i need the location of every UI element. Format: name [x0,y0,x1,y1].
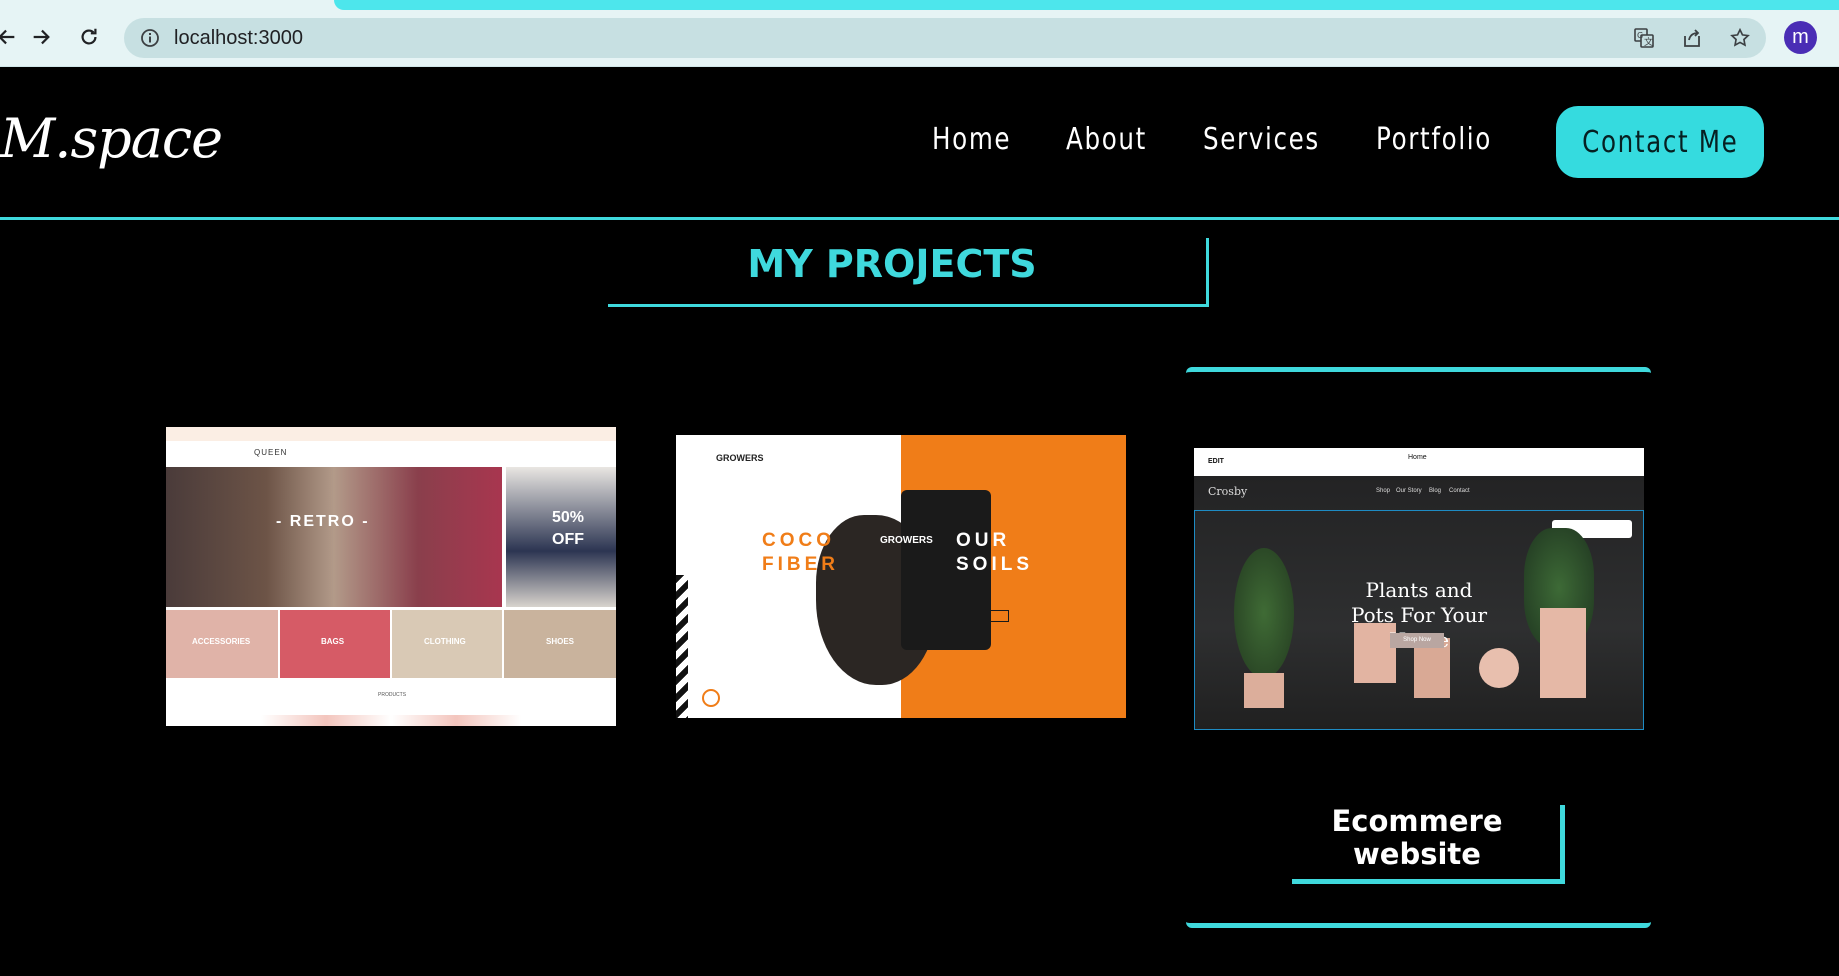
info-icon[interactable] [140,28,160,48]
forward-arrow-icon[interactable] [26,22,56,52]
nav-services[interactable]: Services [1203,122,1320,157]
site-logo[interactable]: M.space [0,107,223,170]
thumb-hero-image [166,467,502,607]
thumb-right-text: OUR SOILS [956,530,1034,575]
thumb-link: Blog [1429,488,1442,494]
thumb-hero-text: - RETRO - [276,513,370,530]
thumb-link: Contact [1449,488,1470,494]
thumb-plant [1234,548,1294,678]
thumb-products-strip [261,715,521,726]
thumb-sale-text: 50% OFF [551,509,585,548]
thumb-link: Shop [1376,488,1391,494]
thumb-tile-text: CLOTHING [424,637,466,646]
project-thumbnail-queen[interactable]: QUEEN - RETRO - 50% OFF ACCESSORIES BAGS… [166,427,616,726]
thumb-stripes [676,575,688,718]
thumb-section-label: PRODUCTS [378,692,407,698]
thumb-brand: Crosby [1208,485,1248,498]
translate-icon[interactable]: 文G [1632,26,1656,50]
thumb-badge [702,689,720,707]
section-title: MY PROJECTS [747,242,1037,286]
thumb-tile-text: BAGS [321,637,345,646]
thumb-pot [1540,608,1586,698]
thumb-page-label: Home [1408,454,1427,461]
thumb-tile-text: SHOES [546,637,575,646]
thumb-tile-text: ACCESSORIES [192,637,251,646]
thumb-shop-button: Shop Now [1390,633,1444,648]
thumb-edit-label: EDIT [1208,458,1224,465]
contact-button[interactable]: Contact Me [1556,106,1764,178]
project-label: Ecommere website [1331,804,1503,871]
reload-icon[interactable] [74,22,104,52]
project-thumbnail-crosby[interactable]: EDIT Home Crosby Shop Our Story Blog Con… [1194,448,1644,730]
svg-text:G: G [1637,31,1643,40]
thumb-button [962,610,1009,622]
thumb-brand: GROWERS [716,453,764,463]
thumb-pot [1479,648,1519,688]
thumb-link: Our Story [1396,488,1422,494]
svg-text:文: 文 [1644,36,1653,48]
thumb-editor-bar [1194,448,1644,476]
project-label-frame: Ecommere website [1292,805,1565,884]
project-thumbnail-growers[interactable]: GROWERS GROWERS COCO FIBER OUR SOILS [676,435,1126,718]
back-arrow-icon[interactable] [0,22,22,52]
logo-text: M.space [0,107,223,170]
thumb-topbar [166,427,616,441]
share-icon[interactable] [1680,26,1704,50]
nav-home[interactable]: Home [932,122,1011,157]
star-icon[interactable] [1728,26,1752,50]
thumb-left-text: COCO FIBER [762,530,839,575]
thumb-brand: QUEEN [254,448,288,457]
browser-toolbar: localhost:3000 文G m [0,0,1839,67]
address-bar[interactable]: localhost:3000 文G [124,18,1766,58]
contact-button-label: Contact Me [1581,124,1739,160]
profile-avatar[interactable]: m [1784,21,1817,54]
nav-about[interactable]: About [1066,122,1147,157]
url-text[interactable]: localhost:3000 [174,27,303,50]
thumb-bag-brand: GROWERS [880,535,933,546]
nav-portfolio[interactable]: Portfolio [1376,122,1492,157]
projects-title-frame: MY PROJECTS [608,238,1209,307]
thumb-pot [1244,673,1284,708]
site-header: M.space Home About Services Portfolio Co… [0,67,1839,220]
active-tab-strip[interactable] [334,0,1839,10]
